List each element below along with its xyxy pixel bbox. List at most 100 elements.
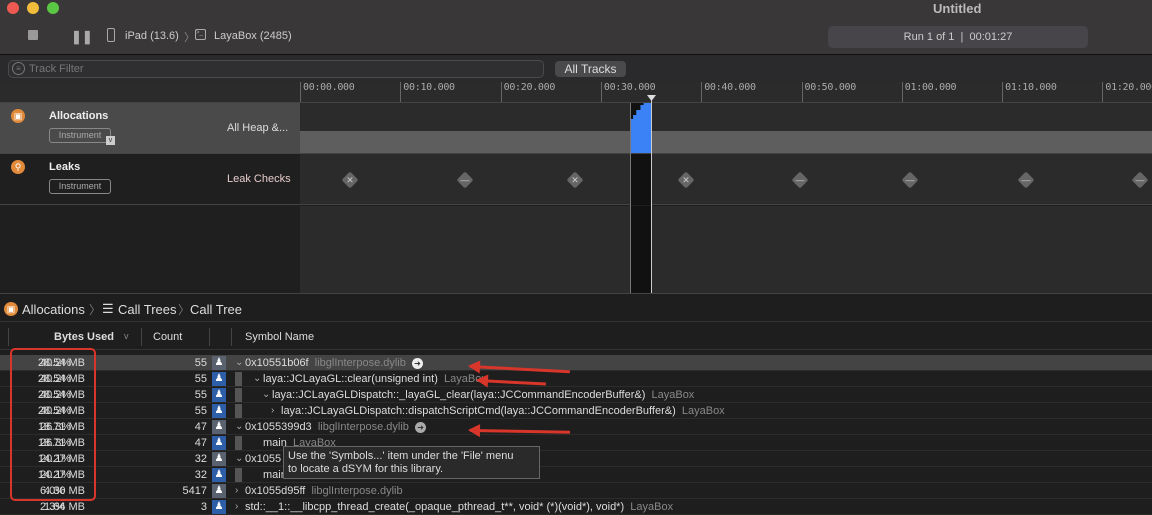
user-icon: ♟	[212, 484, 226, 498]
zoom-window-button[interactable]	[47, 2, 59, 14]
ipad-icon	[107, 28, 115, 42]
symbol-name: 0x1055	[245, 453, 282, 465]
user-icon: ♟	[212, 468, 226, 482]
disclosure-icon[interactable]: ⌄	[262, 387, 270, 403]
table-row[interactable]: 18.71 MB 26.3% 47 ♟ main LayaBox	[0, 435, 1152, 451]
disclosure-icon[interactable]: ›	[271, 403, 274, 419]
chevron-down-icon[interactable]: v	[106, 136, 115, 145]
user-icon: ♟	[212, 436, 226, 450]
user-icon: ♟	[212, 452, 226, 466]
table-row[interactable]: 28.54 MB 40.2% 55 ♟ ⌄ laya::JCLayaGLDispatch:…	[0, 387, 1152, 403]
table-row[interactable]: 14.27 MB 20.1% 32 ♟ main	[0, 467, 1152, 483]
breadcrumb-call-tree[interactable]: Call Tree	[190, 302, 242, 317]
count: 47	[194, 421, 207, 433]
no-leak-marker[interactable]: —	[456, 171, 474, 189]
track-detail: Leak Checks	[227, 173, 291, 185]
track-filter-placeholder: Track Filter	[29, 63, 84, 75]
track-allocations[interactable]: ▣ Allocations Instrument v All Heap &...	[0, 103, 1152, 153]
symbol-name: laya::JCLayaGLDispatch::dispatchScriptCm…	[281, 405, 725, 417]
minimize-window-button[interactable]	[27, 2, 39, 14]
ruler-tick: 00:50.000	[801, 82, 856, 102]
go-to-arrow-icon[interactable]: ➜	[412, 357, 423, 369]
count: 55	[194, 357, 207, 369]
leak-found-marker[interactable]: ✕	[341, 171, 359, 189]
allocations-instrument-icon: ▣	[11, 109, 25, 123]
table-row[interactable]: 1.64 MB 2.3% 3 ♟ › std::__1::__libcpp_thread_…	[0, 499, 1152, 515]
tooltip-line: to locate a dSYM for this library.	[288, 463, 444, 475]
pause-button[interactable]: ❚❚	[71, 29, 93, 45]
timeline-ruler[interactable]: 00:00.000 00:10.000 00:20.000 00:30.000 00:4…	[0, 82, 1152, 103]
ruler-tick: 01:00.000	[901, 82, 957, 102]
table-row[interactable]: 28.54 MB 40.2% 55 ♟ › laya::JCLayaGLDispatch:…	[0, 403, 1152, 419]
table-row[interactable]: 28.54 MB 40.2% 55 ♟ ⌄ laya::JCLayaGL::clear(u…	[0, 371, 1152, 387]
table-header: Bytes Used v Count Symbol Name	[0, 324, 1152, 350]
table-row[interactable]: 14.27 MB 20.1% 32 ♟ ⌄ 0x1055	[0, 451, 1152, 467]
device-selector[interactable]: iPad (13.6)	[125, 30, 179, 42]
library-name: libglInterpose.dylib	[317, 421, 409, 433]
user-icon: ♟	[212, 356, 226, 370]
no-leak-marker[interactable]: —	[1017, 171, 1035, 189]
process-selector[interactable]: LayaBox (2485)	[214, 30, 292, 42]
breadcrumb-allocations[interactable]: Allocations	[22, 302, 85, 317]
track-filter-input[interactable]: ≡ Track Filter	[8, 60, 544, 78]
detail-panel: ▣ Allocations 〉 ☰ Call Trees 〉 Call Tree…	[0, 293, 1152, 515]
symbol-name: laya::JCLayaGLDispatch::_layaGL_clear(la…	[272, 389, 695, 401]
breadcrumb: ▣ Allocations 〉 ☰ Call Trees 〉 Call Tree	[0, 294, 1152, 322]
window-title: Untitled	[933, 1, 982, 16]
disclosure-icon[interactable]: ›	[235, 499, 238, 515]
close-window-button[interactable]	[7, 2, 19, 14]
tooltip: Use the 'Symbols...' item under the 'Fil…	[283, 446, 540, 479]
no-leak-marker[interactable]: —	[1131, 171, 1149, 189]
disclosure-icon[interactable]: ›	[235, 483, 238, 499]
symbol-name: laya::JCLayaGL::clear(unsigned int) Laya…	[263, 373, 487, 385]
filter-icon: ≡	[12, 62, 25, 75]
disclosure-icon[interactable]: ⌄	[253, 371, 261, 387]
title-bar: ❚❚ iPad (13.6) 〉 >_ LayaBox (2485) Untit…	[0, 0, 1152, 55]
track-detail: All Heap &...	[227, 122, 289, 134]
track-leaks[interactable]: ⚲ Leaks Instrument Leak Checks ✕ — ✕ ✕ — — — —	[0, 153, 1152, 205]
stop-button[interactable]	[28, 30, 38, 40]
leak-found-marker[interactable]: ✕	[566, 171, 584, 189]
go-to-arrow-icon[interactable]: ➜	[415, 421, 427, 433]
count: 3	[200, 501, 207, 513]
symbol-name: 0x1055d95ff libglInterpose.dylib	[245, 485, 403, 497]
sort-chevron-icon[interactable]: v	[124, 331, 129, 341]
track-name: Leaks	[49, 161, 81, 173]
count: 32	[194, 469, 207, 481]
all-tracks-button[interactable]: All Tracks	[555, 61, 626, 77]
symbol-name: 0x1055399d3 libglInterpose.dylib ➜	[245, 419, 427, 435]
column-bytes-used[interactable]: Bytes Used	[54, 331, 114, 343]
leaks-instrument-icon: ⚲	[11, 160, 25, 174]
disclosure-icon[interactable]: ⌄	[235, 451, 243, 467]
list-icon: ☰	[102, 301, 114, 316]
instrument-badge[interactable]: Instrument	[49, 179, 111, 194]
track-name: Allocations	[49, 110, 109, 122]
no-leak-marker[interactable]: —	[901, 171, 919, 189]
library-name: LayaBox	[651, 389, 695, 401]
table-row[interactable]: 28.54 MB 40.2% 55 ♟ ⌄ 0x10551b06f libglInterp…	[0, 355, 1152, 371]
tooltip-line: Use the 'Symbols...' item under the 'Fil…	[288, 450, 514, 462]
symbol-name: 0x10551b06f libglInterpose.dylib ➜	[245, 355, 423, 371]
column-count[interactable]: Count	[153, 331, 182, 343]
allocations-icon: ▣	[4, 302, 18, 316]
disclosure-icon[interactable]: ⌄	[235, 419, 243, 435]
column-symbol-name[interactable]: Symbol Name	[245, 331, 314, 343]
user-icon: ♟	[212, 372, 226, 386]
count: 55	[194, 389, 207, 401]
leak-found-marker[interactable]: ✕	[677, 171, 695, 189]
symbol-name: std::__1::__libcpp_thread_create(_opaque…	[245, 501, 674, 513]
count: 55	[194, 405, 207, 417]
breadcrumb-call-trees[interactable]: Call Trees	[118, 302, 177, 317]
no-leak-marker[interactable]: —	[791, 171, 809, 189]
user-icon: ♟	[212, 500, 226, 514]
filter-bar: ≡ Track Filter All Tracks	[0, 55, 1152, 82]
disclosure-icon[interactable]: ⌄	[235, 355, 243, 371]
table-row[interactable]: 4.30 MB 6.0% 5417 ♟ › 0x1055d95ff libglInterp…	[0, 483, 1152, 499]
ruler-tick: 01:20.000	[1102, 82, 1152, 102]
ruler-tick: 00:40.000	[701, 82, 756, 102]
instrument-badge[interactable]: Instrument	[49, 128, 111, 143]
terminal-icon: >_	[195, 29, 206, 40]
playhead[interactable]	[651, 96, 652, 293]
ruler-tick: 00:20.000	[500, 82, 555, 102]
table-row[interactable]: 18.71 MB 26.3% 47 ♟ ⌄ 0x1055399d3 libglInterp…	[0, 419, 1152, 435]
